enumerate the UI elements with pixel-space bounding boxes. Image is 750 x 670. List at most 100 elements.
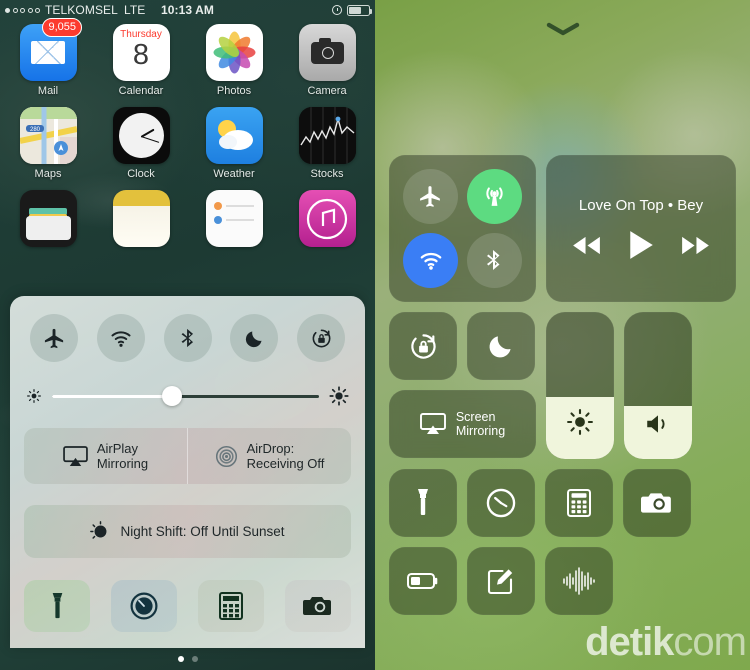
app-label: Weather (213, 168, 255, 180)
app-row: 9,055 Mail Thursday 8 Calendar Photos Ca… (8, 18, 367, 97)
app-photos[interactable]: Photos (194, 24, 274, 97)
night-shift-label: Night Shift: Off Until Sunset (120, 524, 285, 539)
flashlight-icon (418, 489, 428, 515)
page-dot-active[interactable] (177, 656, 184, 662)
app-itunes-store[interactable] (287, 190, 367, 247)
connectivity-toggle-row (24, 314, 351, 362)
page-dot[interactable] (191, 656, 198, 662)
rotation-lock-icon (312, 329, 330, 347)
app-label: Photos (216, 85, 252, 97)
brightness-track[interactable] (52, 386, 319, 406)
volume-icon (644, 412, 672, 441)
itunes-store-icon (298, 190, 356, 247)
mail-badge: 9,055 (42, 18, 82, 37)
cellular-data-toggle[interactable] (466, 169, 522, 225)
notes-icon (112, 190, 170, 247)
app-weather[interactable]: Weather (194, 107, 274, 180)
ios11-screen: Love On Top • Bey Screen Mirroring detik… (375, 0, 750, 670)
do-not-disturb-toggle[interactable] (467, 312, 535, 380)
status-bar-time: 10:13 AM (160, 3, 215, 17)
rewind-icon[interactable] (571, 235, 602, 256)
screenshot-root: TELKOMSEL LTE 10:13 AM 9,055 Mail Thursd… (0, 0, 750, 670)
calculator-shortcut[interactable] (545, 469, 613, 537)
bluetooth-icon (181, 328, 193, 348)
flashlight-icon (52, 592, 62, 618)
ios10-screen: TELKOMSEL LTE 10:13 AM 9,055 Mail Thursd… (0, 0, 375, 670)
app-maps[interactable]: 280 Maps (8, 107, 88, 180)
volume-slider[interactable] (624, 312, 692, 459)
app-calendar[interactable]: Thursday 8 Calendar (101, 24, 181, 97)
bluetooth-icon (487, 250, 500, 271)
app-stocks[interactable]: Stocks (287, 107, 367, 180)
watermark-light: com (673, 620, 747, 664)
camera-icon (298, 24, 356, 81)
maps-route-number: 280 (29, 127, 40, 133)
app-label: Mail (37, 85, 59, 97)
voice-memo-waveform-icon (563, 567, 595, 595)
flashlight-shortcut[interactable] (24, 580, 90, 632)
airplay-mirroring-button[interactable]: AirPlay Mirroring (24, 428, 187, 484)
low-power-mode-shortcut[interactable] (389, 547, 457, 615)
weather-icon (205, 107, 263, 164)
fast-forward-icon[interactable] (680, 235, 711, 256)
app-camera[interactable]: Camera (287, 24, 367, 97)
app-clock[interactable]: Clock (101, 107, 181, 180)
airdrop-button[interactable]: AirDrop: Receiving Off (187, 428, 351, 484)
chevron-down-icon[interactable] (546, 22, 580, 41)
now-playing-title: Love On Top • Bey (578, 197, 704, 214)
airdrop-label: AirDrop: Receiving Off (247, 441, 325, 471)
app-row: 280 Maps Clock Weather Stocks (8, 107, 367, 180)
brightness-slider[interactable] (546, 312, 614, 459)
airplay-label: AirPlay Mirroring (97, 441, 148, 471)
app-label: Stocks (310, 168, 344, 180)
bluetooth-toggle[interactable] (466, 232, 522, 288)
airplane-mode-toggle[interactable] (403, 169, 459, 225)
mirroring-line2: Mirroring (455, 424, 506, 438)
calculator-shortcut[interactable] (198, 580, 264, 632)
play-icon[interactable] (628, 230, 654, 260)
bluetooth-toggle[interactable] (163, 314, 212, 362)
shortcuts-row (24, 580, 351, 632)
mirroring-line1: Screen (455, 409, 496, 424)
clock-icon (112, 107, 170, 164)
app-wallet[interactable] (8, 190, 88, 247)
timer-icon (486, 488, 516, 518)
do-not-disturb-toggle[interactable] (230, 314, 279, 362)
watermark-bold: detik (585, 620, 674, 664)
cc-row-middle: Screen Mirroring (389, 312, 736, 459)
ios11-control-center: Love On Top • Bey Screen Mirroring (389, 155, 736, 615)
rotation-lock-toggle[interactable] (297, 314, 345, 362)
wifi-toggle[interactable] (403, 232, 459, 288)
airdrop-icon (215, 445, 237, 467)
airdrop-line1: AirDrop: (246, 441, 295, 456)
night-shift-button[interactable]: Night Shift: Off Until Sunset (24, 505, 351, 558)
stocks-icon (298, 107, 356, 164)
alarm-clock-icon (332, 5, 342, 15)
brightness-slider[interactable] (26, 386, 349, 406)
airplane-mode-toggle[interactable] (30, 314, 78, 362)
app-reminders[interactable] (194, 190, 274, 247)
camera-shortcut[interactable] (623, 469, 691, 537)
battery-icon (407, 573, 438, 589)
playback-controls (571, 230, 711, 260)
rotation-lock-toggle[interactable] (389, 312, 457, 380)
timer-shortcut[interactable] (467, 469, 535, 537)
screen-mirroring-label: Screen Mirroring (456, 410, 505, 439)
airplane-icon (44, 328, 63, 348)
camera-icon (303, 597, 331, 615)
timer-icon (130, 592, 158, 620)
battery-icon (347, 4, 372, 16)
flashlight-shortcut[interactable] (389, 469, 457, 537)
voice-memos-shortcut[interactable] (545, 547, 613, 615)
app-notes[interactable] (101, 190, 181, 247)
camera-shortcut[interactable] (285, 580, 351, 632)
screen-mirroring-button[interactable]: Screen Mirroring (389, 390, 536, 458)
now-playing-module[interactable]: Love On Top • Bey (546, 155, 736, 302)
airplay-line2: Mirroring (96, 456, 149, 471)
lock-dnd-mirror-column: Screen Mirroring (389, 312, 536, 459)
app-mail[interactable]: 9,055 Mail (8, 18, 88, 97)
airplay-line1: AirPlay (96, 441, 139, 456)
notes-shortcut[interactable] (467, 547, 535, 615)
timer-shortcut[interactable] (111, 580, 177, 632)
wifi-toggle[interactable] (96, 314, 145, 362)
